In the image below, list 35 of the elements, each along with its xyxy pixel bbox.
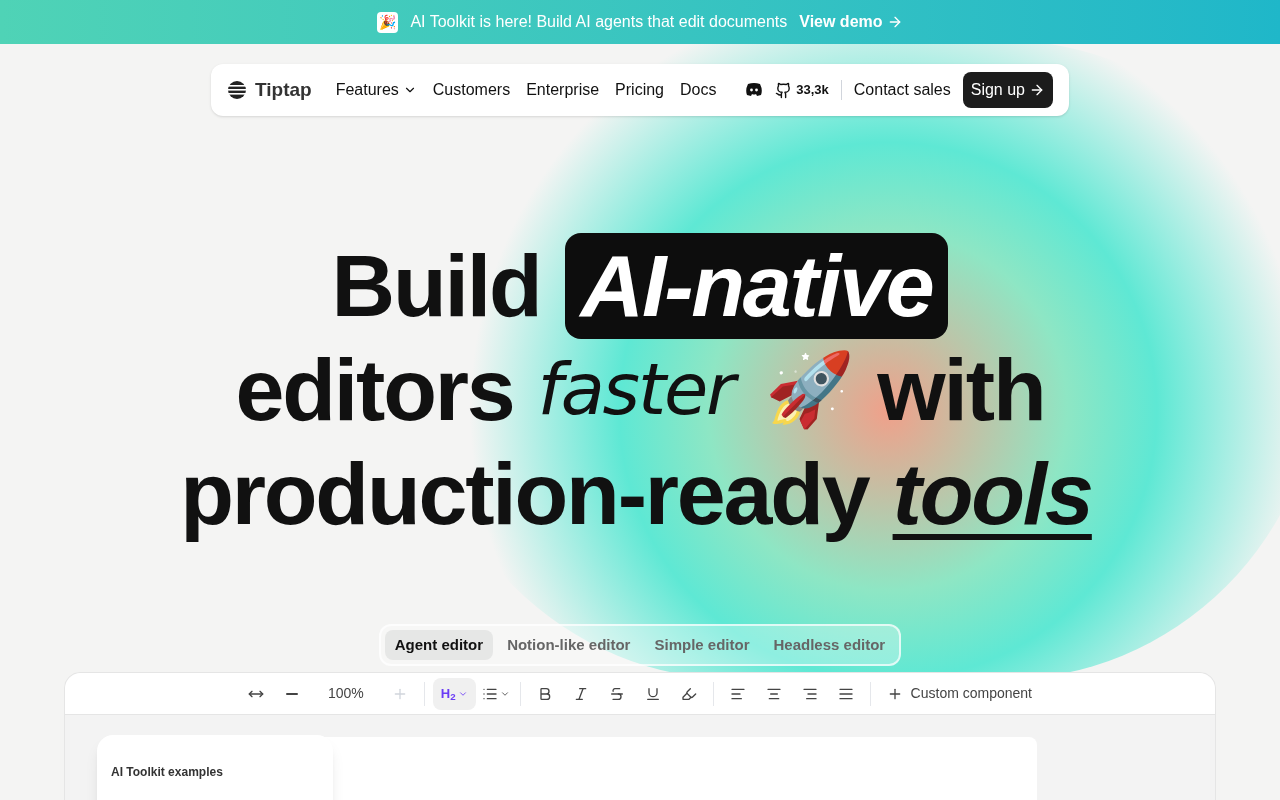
headline-word: faster bbox=[537, 343, 742, 437]
custom-component-button[interactable]: Custom component bbox=[878, 677, 1040, 710]
nav-link[interactable]: Enterprise bbox=[526, 78, 600, 102]
github-stars-link[interactable]: 33,3k bbox=[775, 80, 829, 100]
highlighted-word: AI-native bbox=[564, 233, 949, 339]
headline-word: with bbox=[877, 339, 1045, 442]
zoom-level: 100% bbox=[326, 684, 365, 703]
sidebar-title: AI Toolkit examples bbox=[111, 765, 223, 779]
nav-link[interactable]: Docs bbox=[680, 78, 717, 102]
heading-dropdown[interactable]: H$_{2}$ bbox=[432, 677, 476, 710]
contact-sales-link[interactable]: Contact sales bbox=[853, 78, 951, 102]
banner-text: AI Toolkit is here! Build AI agents that edit documents bbox=[410, 12, 788, 32]
editor-tab[interactable]: Simple editor bbox=[644, 630, 760, 660]
logo-icon bbox=[227, 80, 247, 100]
nav-link[interactable]: Pricing bbox=[615, 78, 664, 102]
github-icon bbox=[775, 81, 793, 99]
headline-word: editors bbox=[235, 339, 514, 442]
nav-link[interactable]: Features bbox=[335, 78, 417, 102]
editor-tab[interactable]: Headless editor bbox=[763, 630, 896, 660]
underline-icon bbox=[644, 685, 661, 702]
nav-link[interactable]: Customers bbox=[432, 78, 511, 102]
highlight-icon bbox=[680, 685, 697, 702]
headline-word: tools bbox=[892, 442, 1093, 545]
arrow-right-icon bbox=[1029, 82, 1045, 98]
strike-icon bbox=[608, 685, 625, 702]
editor-tab[interactable]: Agent editor bbox=[384, 630, 494, 660]
rocket-emoji: 🚀 bbox=[765, 348, 854, 432]
minus-icon bbox=[285, 692, 298, 695]
headline-word: production-ready bbox=[180, 443, 869, 546]
editor-tab[interactable]: Notion-like editor bbox=[497, 630, 641, 660]
brand-name: Tiptap bbox=[255, 77, 312, 102]
headline-word: Build bbox=[331, 235, 541, 338]
chat-icon[interactable] bbox=[745, 83, 764, 97]
party-emoji: 🎉 bbox=[377, 11, 399, 33]
sign-up-button[interactable]: Sign up bbox=[962, 72, 1053, 108]
